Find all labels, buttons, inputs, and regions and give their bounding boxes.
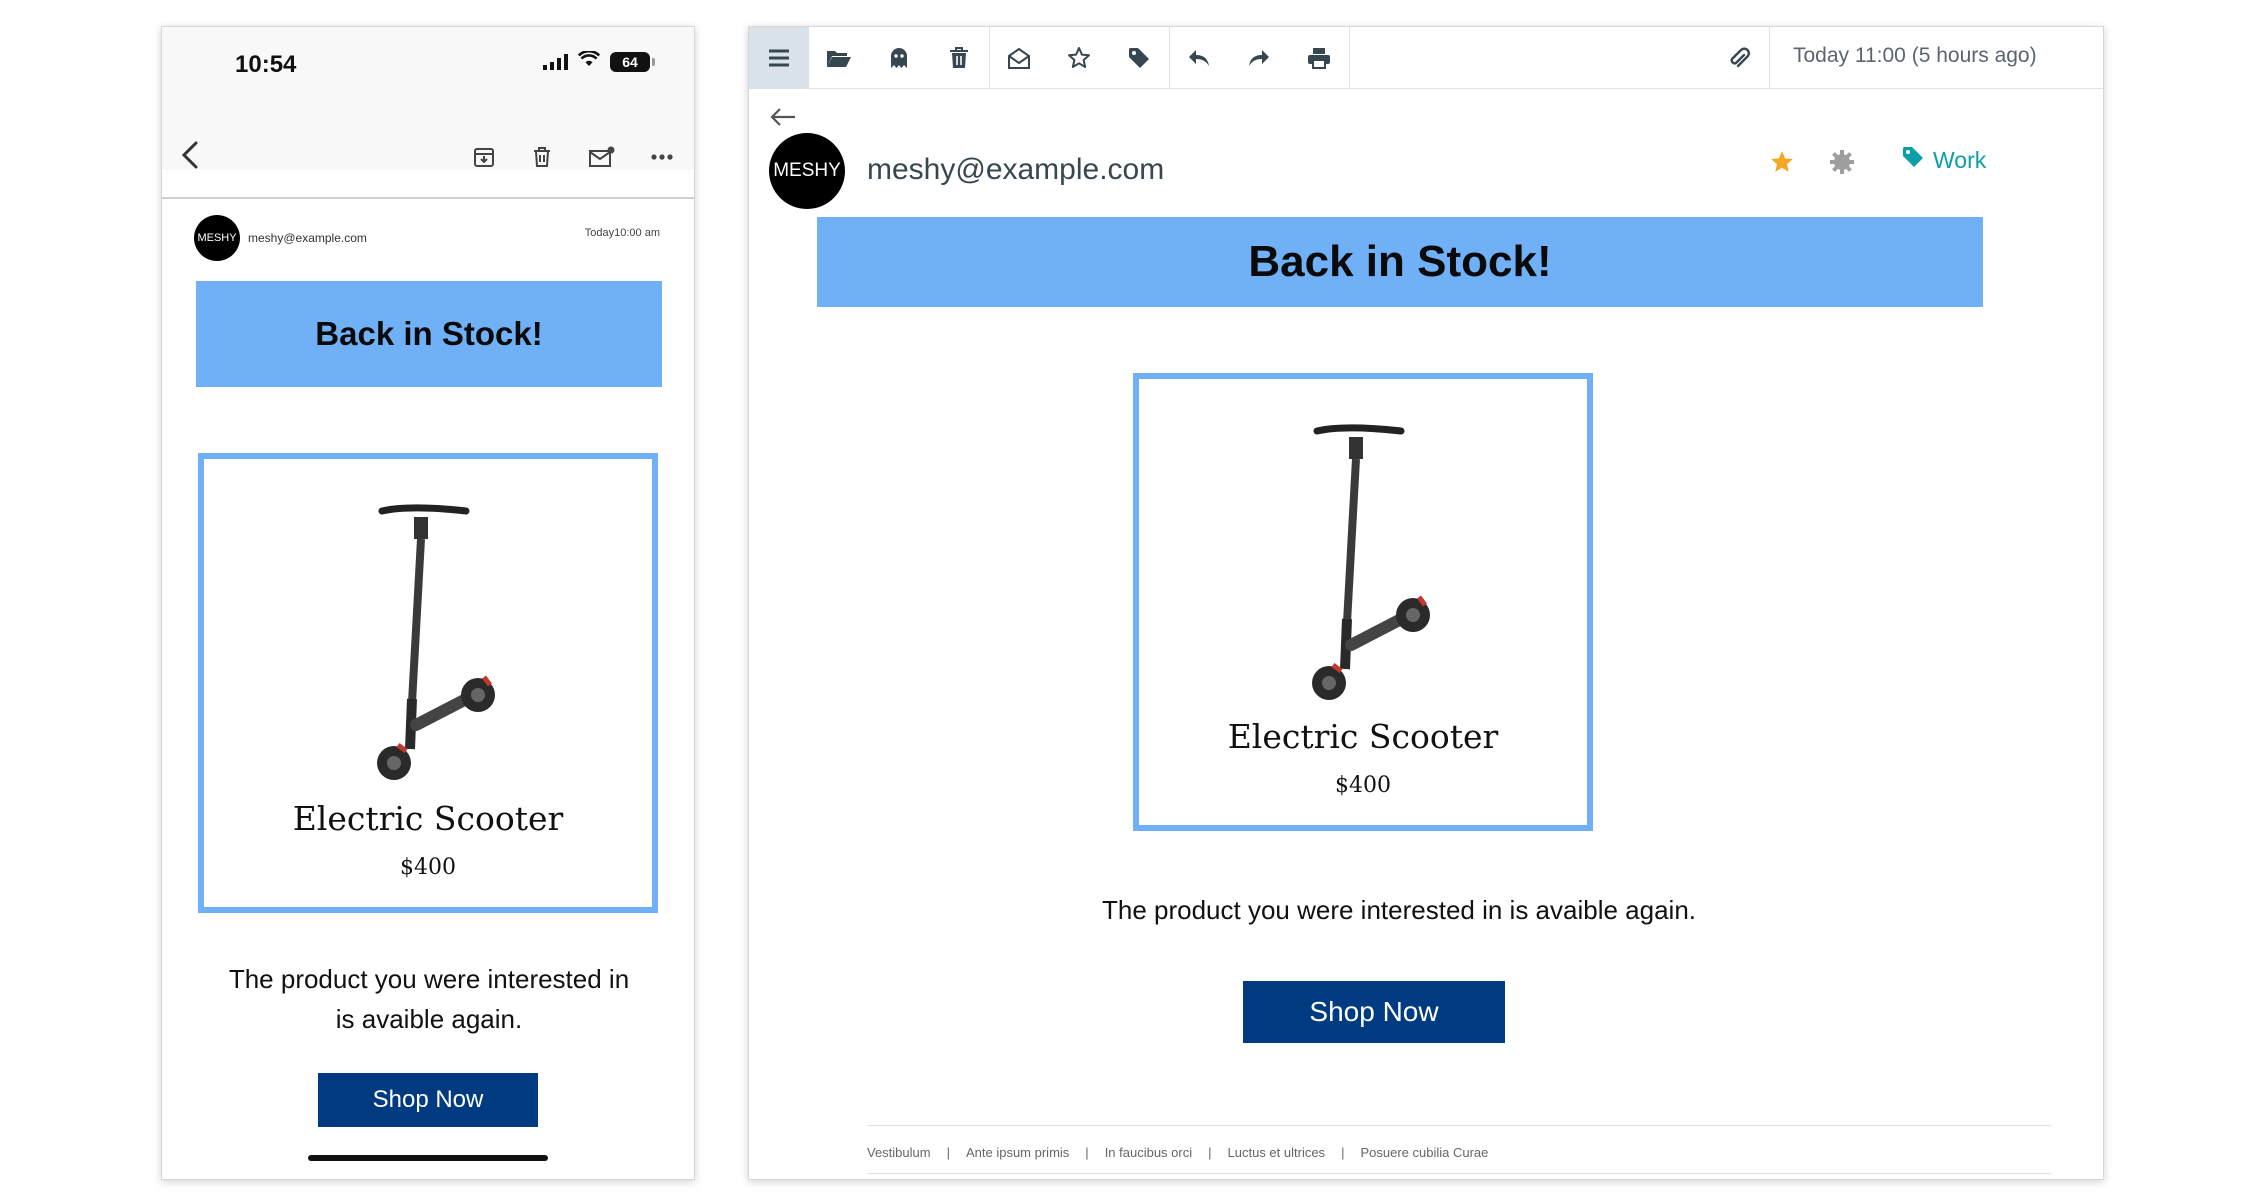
- star-outline-icon[interactable]: [1049, 27, 1109, 89]
- sender-email[interactable]: meshy@example.com: [867, 153, 1164, 187]
- email-date: Today 11:00 (5 hours ago): [1793, 44, 2037, 67]
- tag-icon: [1901, 145, 1925, 175]
- footer-divider: [867, 1173, 2051, 1174]
- desktop-email-view: Today 11:00 (5 hours ago) MESHY meshy@ex…: [748, 26, 2104, 1180]
- product-card[interactable]: Electric Scooter $400: [198, 453, 658, 913]
- footer-link[interactable]: Posuere cubilia Curae: [1360, 1145, 1488, 1160]
- mobile-email-toolbar: [162, 127, 694, 197]
- footer-links: Vestibulum | Ante ipsum primis | In fauc…: [867, 1145, 1489, 1160]
- message-text: The product you were interested in is av…: [1101, 895, 1696, 925]
- star-filled-icon[interactable]: [1769, 149, 1795, 180]
- home-indicator[interactable]: [308, 1155, 548, 1161]
- wifi-icon: [577, 49, 601, 72]
- sender-email[interactable]: meshy@example.com: [248, 231, 367, 245]
- footer-link[interactable]: Vestibulum: [867, 1145, 931, 1160]
- tag-label: Work: [1933, 146, 1987, 173]
- signal-icon: [543, 53, 568, 70]
- shop-now-button[interactable]: Shop Now: [1243, 981, 1505, 1043]
- gear-icon[interactable]: [1829, 149, 1855, 180]
- message-text: The product you were interested in is av…: [228, 964, 630, 1034]
- product-name: Electric Scooter: [1227, 717, 1499, 756]
- menu-icon[interactable]: [749, 27, 809, 89]
- footer-divider: [867, 1125, 2051, 1126]
- sender-avatar: MESHY: [769, 133, 845, 209]
- scooter-image: [1305, 419, 1435, 714]
- back-in-stock-banner: Back in Stock!: [196, 281, 662, 387]
- email-date: Today10:00 am: [584, 227, 660, 239]
- work-label[interactable]: Work: [1901, 145, 1986, 175]
- trash-icon[interactable]: [530, 145, 554, 169]
- back-in-stock-banner: Back in Stock!: [817, 217, 1983, 307]
- more-icon[interactable]: [650, 153, 674, 161]
- status-icons: 64: [543, 49, 655, 72]
- status-time: 10:54: [235, 51, 297, 78]
- sender-avatar: MESHY: [194, 215, 240, 261]
- desktop-toolbar: Today 11:00 (5 hours ago): [749, 27, 2103, 89]
- mark-read-icon[interactable]: [989, 27, 1049, 89]
- folder-open-icon[interactable]: [809, 27, 869, 89]
- footer-link[interactable]: In faucibus orci: [1105, 1145, 1192, 1160]
- battery-icon: 64: [610, 51, 655, 72]
- product-price: $400: [1335, 773, 1391, 798]
- archive-icon[interactable]: [472, 145, 496, 169]
- mark-unread-icon[interactable]: [588, 145, 616, 169]
- back-arrow-icon[interactable]: [769, 97, 797, 136]
- product-card[interactable]: Electric Scooter $400: [1133, 373, 1593, 831]
- tag-icon[interactable]: [1109, 27, 1169, 89]
- divider: [162, 197, 694, 199]
- ghost-icon[interactable]: [869, 27, 929, 89]
- product-name: Electric Scooter: [292, 799, 564, 838]
- paperclip-icon[interactable]: [1709, 27, 1769, 89]
- trash-icon[interactable]: [929, 27, 989, 89]
- footer-link[interactable]: Luctus et ultrices: [1228, 1145, 1326, 1160]
- reply-icon[interactable]: [1169, 27, 1229, 89]
- product-price: $400: [400, 855, 456, 880]
- footer-link[interactable]: Ante ipsum primis: [966, 1145, 1069, 1160]
- forward-icon[interactable]: [1229, 27, 1289, 89]
- scooter-image: [370, 499, 500, 794]
- mobile-email-view: 10:54 64 MESHY meshy@example.com Today10…: [161, 26, 695, 1180]
- shop-now-button[interactable]: Shop Now: [318, 1073, 538, 1127]
- back-chevron-icon[interactable]: [180, 137, 200, 180]
- print-icon[interactable]: [1289, 27, 1349, 89]
